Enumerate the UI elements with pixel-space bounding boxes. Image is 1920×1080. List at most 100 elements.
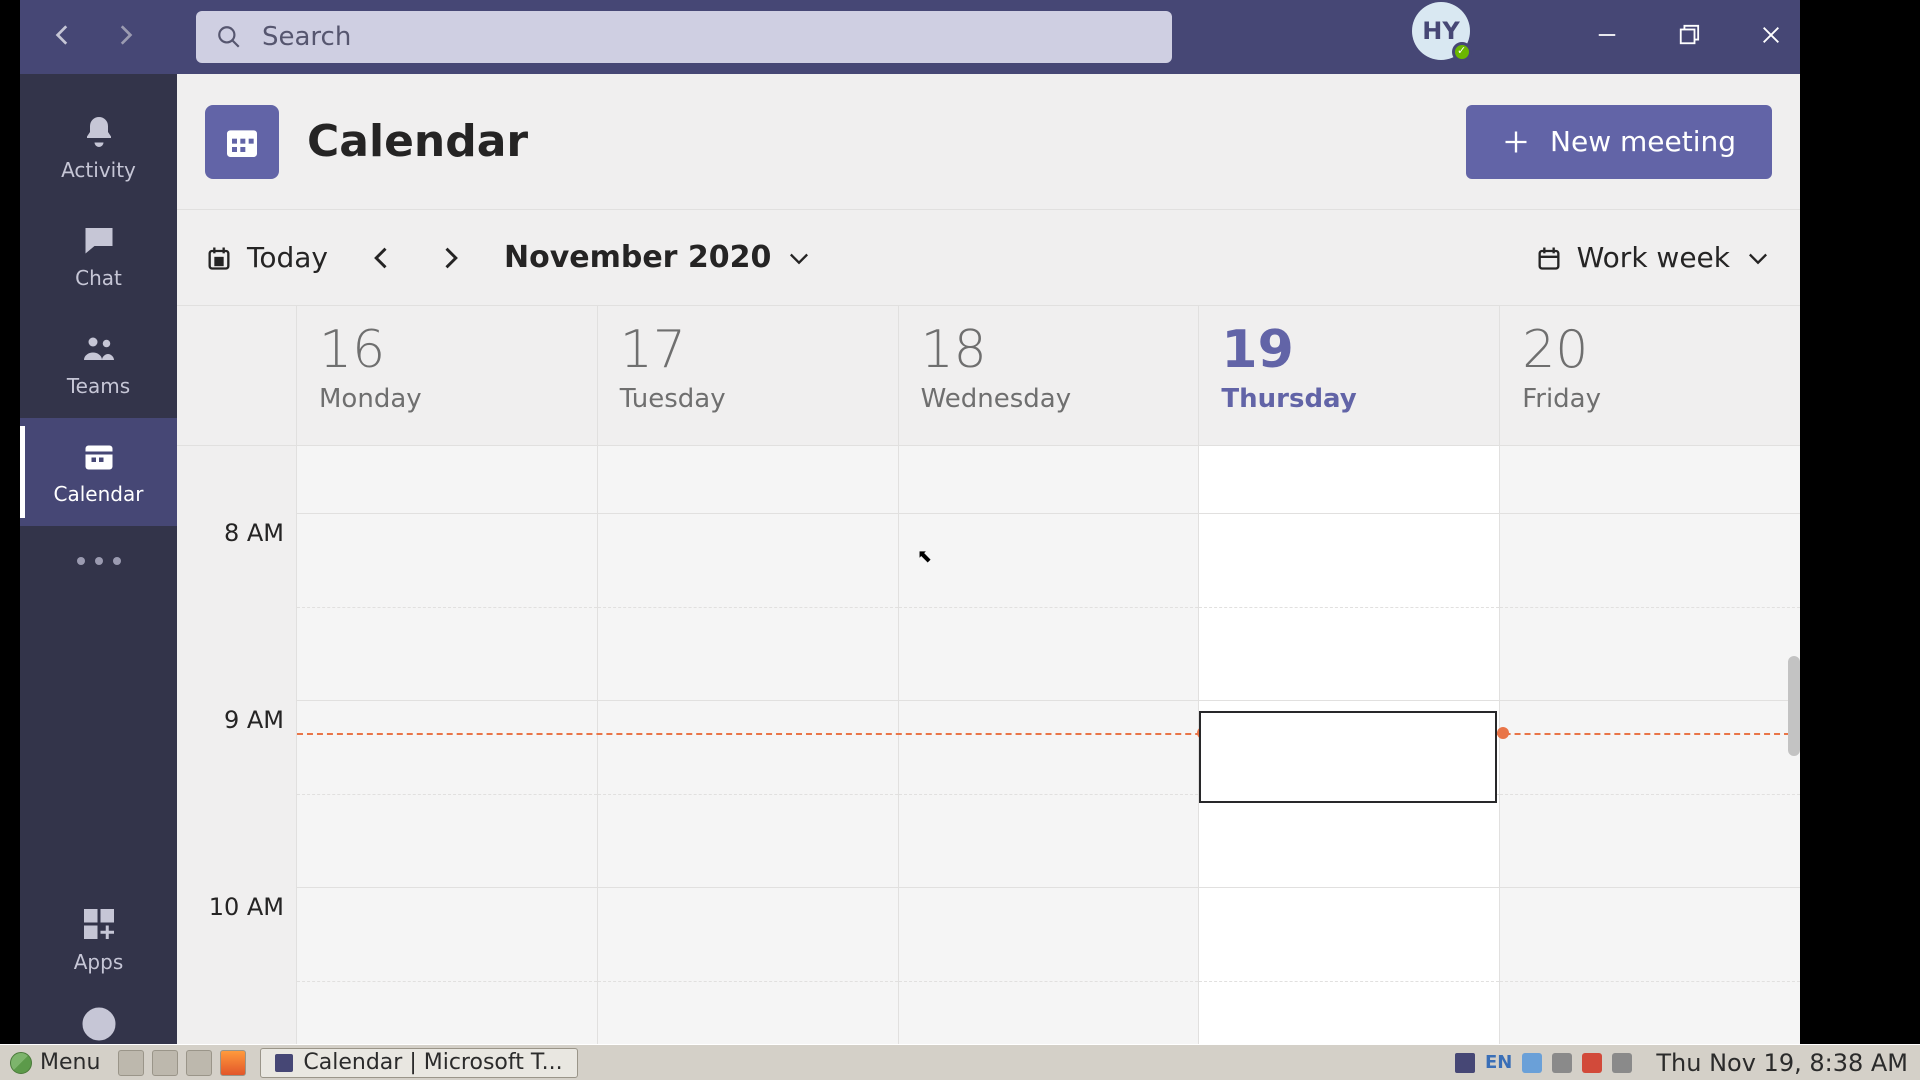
window-minimize-button[interactable] bbox=[1596, 24, 1618, 50]
day-header-thu[interactable]: 19 Thursday bbox=[1199, 306, 1500, 445]
firefox-button[interactable] bbox=[220, 1050, 246, 1076]
show-desktop-button[interactable] bbox=[118, 1050, 144, 1076]
search-input[interactable]: Search bbox=[196, 11, 1172, 63]
tray-network-icon[interactable] bbox=[1552, 1053, 1572, 1073]
profile-avatar[interactable]: HY bbox=[1412, 2, 1470, 60]
view-picker[interactable]: Work week bbox=[1535, 241, 1772, 274]
time-label: 8 AM bbox=[177, 513, 297, 700]
grid-cell[interactable] bbox=[297, 446, 598, 513]
time-label: 10 AM bbox=[177, 887, 297, 1044]
rail-label: Calendar bbox=[54, 482, 144, 506]
grid-cell[interactable] bbox=[1500, 446, 1800, 513]
rail-item-chat[interactable]: Chat bbox=[20, 202, 177, 310]
teams-icon bbox=[275, 1054, 293, 1072]
day-name: Thursday bbox=[1221, 384, 1477, 414]
tray-shield-icon[interactable] bbox=[1522, 1053, 1542, 1073]
left-nav-rail: Activity Chat Teams Calendar Apps bbox=[20, 74, 177, 1044]
rail-label: Chat bbox=[75, 266, 122, 290]
grid-cell[interactable] bbox=[1500, 700, 1800, 887]
tray-teams-icon[interactable] bbox=[1455, 1053, 1475, 1073]
tray-lang-indicator[interactable]: EN bbox=[1485, 1052, 1512, 1073]
rail-item-more[interactable] bbox=[20, 526, 177, 586]
content-header: Calendar New meeting bbox=[177, 74, 1800, 210]
view-label: Work week bbox=[1577, 241, 1730, 274]
grid-cell[interactable] bbox=[1199, 446, 1500, 513]
taskbar-task-title: Calendar | Microsoft T... bbox=[303, 1050, 562, 1075]
content-area: Calendar New meeting Today Nov bbox=[177, 74, 1800, 1044]
current-time-dot bbox=[1497, 727, 1509, 739]
grid-cell[interactable] bbox=[1500, 887, 1800, 1044]
chevron-down-icon bbox=[785, 244, 813, 272]
prev-week-button[interactable] bbox=[368, 244, 396, 272]
os-menu-button[interactable]: Menu bbox=[0, 1045, 110, 1080]
scrollbar-thumb[interactable] bbox=[1788, 656, 1800, 756]
time-label: 9 AM bbox=[177, 700, 297, 887]
terminal-button[interactable] bbox=[186, 1050, 212, 1076]
today-label: Today bbox=[247, 241, 328, 274]
calendar-grid[interactable]: 7 AM 8 AM bbox=[177, 446, 1800, 1044]
grid-cell[interactable] bbox=[297, 513, 598, 700]
day-header-fri[interactable]: 20 Friday bbox=[1500, 306, 1800, 445]
search-placeholder: Search bbox=[262, 22, 351, 52]
grid-cell[interactable] bbox=[297, 887, 598, 1044]
new-event-selection[interactable] bbox=[1199, 711, 1497, 803]
day-name: Tuesday bbox=[620, 384, 876, 414]
grid-cell[interactable] bbox=[1199, 513, 1500, 700]
mint-logo-icon bbox=[10, 1052, 32, 1074]
more-icon bbox=[77, 557, 121, 565]
page-title: Calendar bbox=[307, 116, 528, 167]
rail-item-calendar[interactable]: Calendar bbox=[20, 418, 177, 526]
day-num: 18 bbox=[921, 320, 1177, 380]
calendar-app-icon bbox=[205, 105, 279, 179]
day-num: 20 bbox=[1522, 320, 1778, 380]
history-forward-button[interactable] bbox=[112, 22, 138, 52]
taskbar-task-teams[interactable]: Calendar | Microsoft T... bbox=[260, 1048, 577, 1078]
current-time-indicator bbox=[297, 733, 1800, 735]
grid-cell[interactable] bbox=[899, 446, 1200, 513]
day-header-mon[interactable]: 16 Monday bbox=[297, 306, 598, 445]
os-clock[interactable]: Thu Nov 19, 8:38 AM bbox=[1656, 1049, 1908, 1077]
month-label: November 2020 bbox=[504, 240, 771, 275]
window-close-button[interactable] bbox=[1760, 24, 1782, 50]
day-name: Wednesday bbox=[921, 384, 1177, 414]
time-gutter-head bbox=[177, 306, 297, 445]
new-meeting-button[interactable]: New meeting bbox=[1466, 105, 1772, 179]
days-header: 16 Monday 17 Tuesday 18 Wednesday 19 Thu… bbox=[177, 306, 1800, 446]
today-button[interactable]: Today bbox=[205, 241, 328, 274]
day-num: 16 bbox=[319, 320, 575, 380]
grid-cell[interactable] bbox=[598, 887, 899, 1044]
rail-label: Activity bbox=[61, 158, 136, 182]
grid-cell[interactable] bbox=[899, 700, 1200, 887]
new-meeting-label: New meeting bbox=[1550, 125, 1736, 158]
grid-cell[interactable] bbox=[899, 513, 1200, 700]
day-name: Monday bbox=[319, 384, 575, 414]
day-num: 17 bbox=[620, 320, 876, 380]
grid-cell[interactable] bbox=[598, 446, 899, 513]
profile-initials: HY bbox=[1422, 17, 1459, 45]
day-name: Friday bbox=[1522, 384, 1778, 414]
day-header-tue[interactable]: 17 Tuesday bbox=[598, 306, 899, 445]
grid-cell[interactable] bbox=[899, 887, 1200, 1044]
grid-cell[interactable] bbox=[598, 700, 899, 887]
tray-update-icon[interactable] bbox=[1582, 1053, 1602, 1073]
grid-cell[interactable] bbox=[1500, 513, 1800, 700]
day-header-wed[interactable]: 18 Wednesday bbox=[899, 306, 1200, 445]
window-maximize-button[interactable] bbox=[1678, 24, 1700, 50]
tray-volume-icon[interactable] bbox=[1612, 1053, 1632, 1073]
rail-label: Teams bbox=[67, 374, 130, 398]
rail-label: Apps bbox=[74, 950, 124, 974]
grid-cell[interactable] bbox=[598, 513, 899, 700]
rail-item-teams[interactable]: Teams bbox=[20, 310, 177, 418]
grid-cell[interactable] bbox=[297, 700, 598, 887]
file-manager-button[interactable] bbox=[152, 1050, 178, 1076]
next-week-button[interactable] bbox=[436, 244, 464, 272]
rail-item-apps[interactable]: Apps bbox=[20, 886, 177, 994]
month-picker[interactable]: November 2020 bbox=[504, 240, 813, 275]
grid-cell[interactable] bbox=[1199, 887, 1500, 1044]
titlebar: Search HY bbox=[20, 0, 1800, 74]
rail-item-activity[interactable]: Activity bbox=[20, 94, 177, 202]
os-taskbar: Menu Calendar | Microsoft T... EN Thu No… bbox=[0, 1044, 1920, 1080]
history-back-button[interactable] bbox=[50, 22, 76, 52]
time-label: 7 AM bbox=[177, 446, 297, 513]
day-num: 19 bbox=[1221, 320, 1477, 380]
